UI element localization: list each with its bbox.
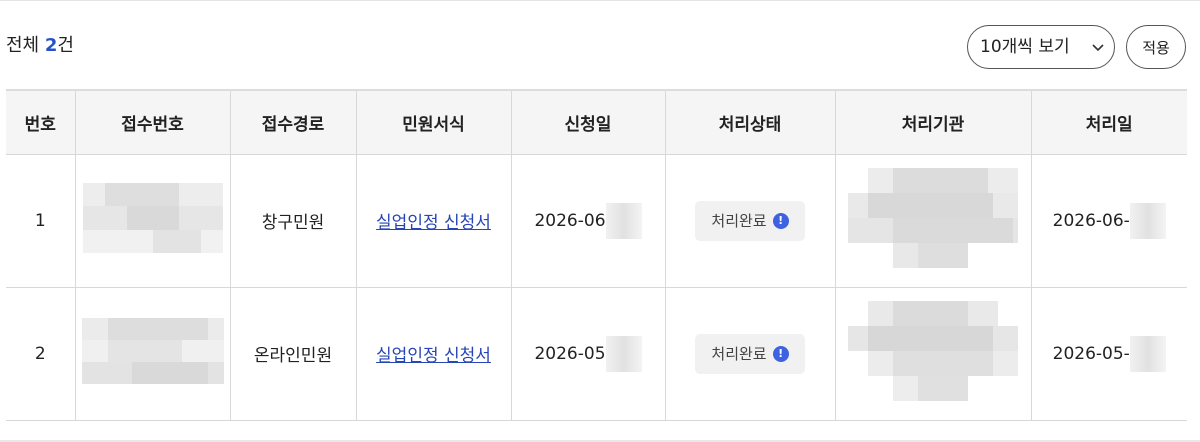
header-receipt-number: 접수번호 bbox=[74, 89, 231, 155]
info-icon: ! bbox=[772, 345, 789, 362]
status-label: 처리완료 bbox=[711, 212, 767, 230]
apply-button[interactable]: 적용 bbox=[1126, 25, 1186, 69]
redacted-agency bbox=[848, 168, 1018, 268]
top-divider bbox=[0, 0, 1200, 1]
chevron-down-icon bbox=[1092, 44, 1104, 52]
header-form: 민원서식 bbox=[355, 89, 512, 155]
processed-date-text: 2026-05- bbox=[1052, 343, 1130, 364]
status-cell: 처리완료! bbox=[664, 286, 836, 421]
redacted-date bbox=[605, 335, 642, 372]
redacted-receipt-number bbox=[81, 318, 224, 384]
application-date: 2026-05 bbox=[510, 286, 666, 421]
summary-suffix: 건 bbox=[57, 35, 74, 56]
form-cell: 실업인정 신청서 bbox=[355, 153, 512, 288]
summary-prefix: 전체 bbox=[6, 35, 40, 56]
status-badge[interactable]: 처리완료! bbox=[695, 200, 805, 241]
agency-redacted bbox=[834, 153, 1032, 288]
processed-date: 2026-05- bbox=[1030, 286, 1187, 421]
info-icon: ! bbox=[772, 212, 789, 229]
redacted-date bbox=[1129, 202, 1166, 239]
header-processed-date: 처리일 bbox=[1030, 89, 1187, 155]
form-link[interactable]: 실업인정 신청서 bbox=[376, 213, 491, 233]
application-date: 2026-06 bbox=[510, 153, 666, 288]
header-application-date: 신청일 bbox=[510, 89, 666, 155]
form-link[interactable]: 실업인정 신청서 bbox=[376, 346, 491, 366]
processed-date: 2026-06- bbox=[1030, 153, 1187, 288]
page-size-select[interactable]: 10개씩 보기 bbox=[967, 25, 1115, 69]
application-table: 번호 접수번호 접수경로 민원서식 신청일 처리상태 처리기관 처리일 1 창구… bbox=[6, 89, 1187, 421]
application-date-text: 2026-06 bbox=[534, 210, 606, 231]
result-count: 2 bbox=[44, 35, 58, 56]
table-row: 2 온라인민원 실업인정 신청서 2026-05 처리완료! 2026-05- bbox=[6, 286, 1187, 421]
page-size-label: 10개씩 보기 bbox=[980, 37, 1070, 57]
row-number: 1 bbox=[6, 153, 76, 288]
redacted-date bbox=[1129, 335, 1166, 372]
table-header-row: 번호 접수번호 접수경로 민원서식 신청일 처리상태 처리기관 처리일 bbox=[6, 89, 1187, 155]
result-summary: 전체 2건 bbox=[6, 34, 74, 58]
table-row: 1 창구민원 실업인정 신청서 2026-06 처리완료! 2026-06- bbox=[6, 153, 1187, 288]
receipt-route: 창구민원 bbox=[229, 153, 357, 288]
receipt-number-redacted bbox=[74, 153, 231, 288]
form-cell: 실업인정 신청서 bbox=[355, 286, 512, 421]
application-date-text: 2026-05 bbox=[534, 343, 606, 364]
redacted-date bbox=[605, 202, 642, 239]
redacted-agency bbox=[848, 301, 1018, 401]
agency-redacted bbox=[834, 286, 1032, 421]
status-label: 처리완료 bbox=[711, 345, 767, 363]
header-status: 처리상태 bbox=[664, 89, 836, 155]
status-badge[interactable]: 처리완료! bbox=[695, 333, 805, 374]
status-cell: 처리완료! bbox=[664, 153, 836, 288]
header-agency: 처리기관 bbox=[834, 89, 1032, 155]
row-number: 2 bbox=[6, 286, 76, 421]
header-number: 번호 bbox=[6, 89, 76, 155]
header-receipt-route: 접수경로 bbox=[229, 89, 357, 155]
receipt-route: 온라인민원 bbox=[229, 286, 357, 421]
redacted-receipt-number bbox=[82, 183, 223, 253]
processed-date-text: 2026-06- bbox=[1052, 210, 1130, 231]
receipt-number-redacted bbox=[74, 286, 231, 421]
